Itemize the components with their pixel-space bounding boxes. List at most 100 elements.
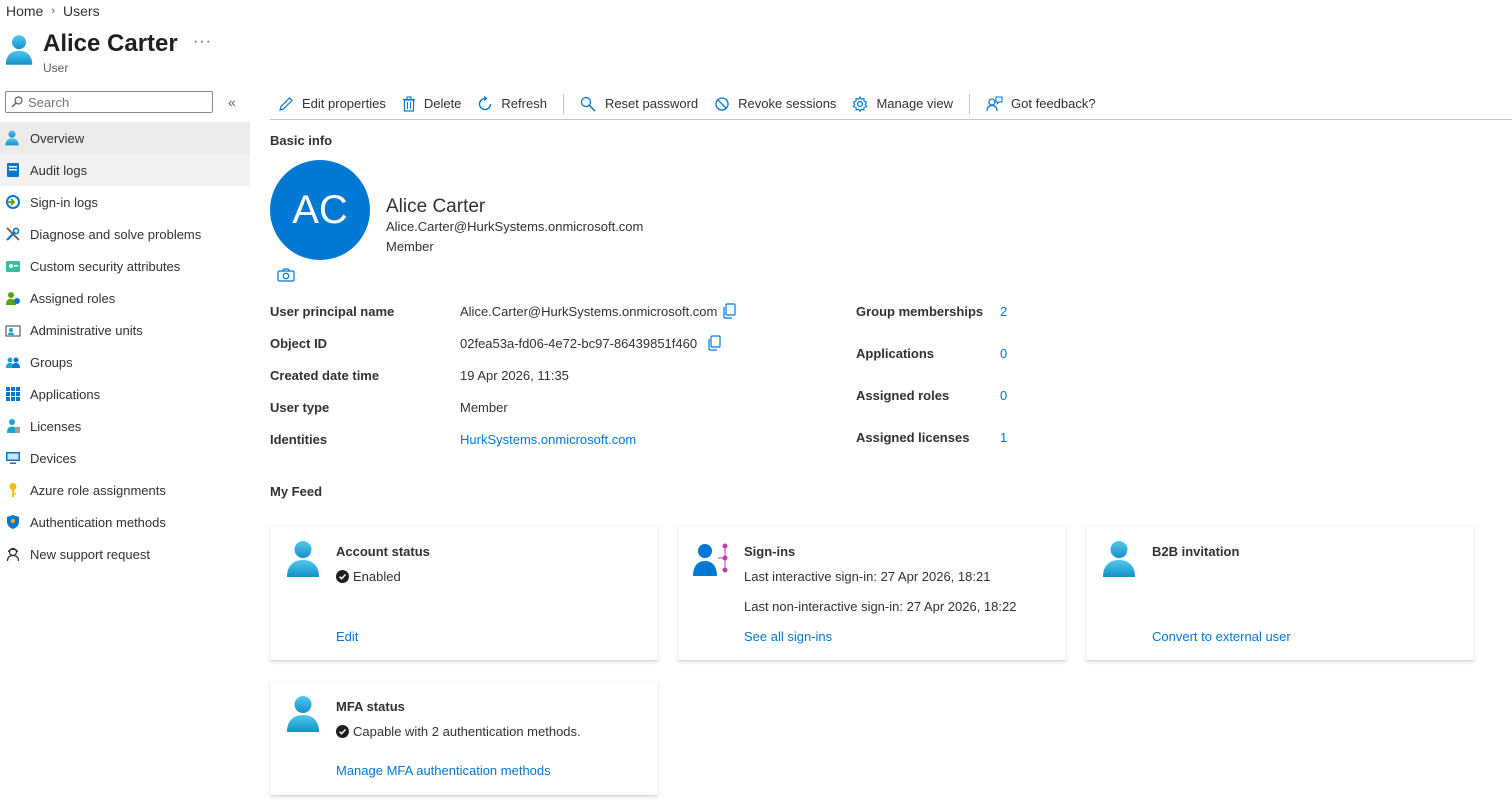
assigned-licenses-count[interactable]: 1	[1000, 430, 1007, 445]
refresh-button[interactable]: Refresh	[477, 89, 547, 119]
feedback-button[interactable]: Got feedback?	[986, 89, 1096, 119]
object-id-value: 02fea53a-fd06-4e72-bc97-86439851f460	[460, 336, 698, 351]
sign-ins-title: Sign-ins	[744, 544, 796, 559]
security-attributes-icon	[5, 258, 21, 274]
delete-label: Delete	[423, 96, 462, 111]
sidebar-item-label: Groups	[30, 354, 73, 370]
object-id-label: Object ID	[270, 336, 328, 351]
sidebar-item-assigned-roles[interactable]: Assigned roles	[0, 282, 250, 314]
apps-grid-icon	[5, 386, 21, 402]
sidebar-item-administrative-units[interactable]: Administrative units	[0, 314, 250, 346]
sidebar-item-label: Custom security attributes	[30, 258, 181, 274]
toolbar-divider	[562, 93, 564, 114]
sign-in-activity-icon	[692, 540, 730, 578]
upn-label: User principal name	[270, 304, 395, 319]
edit-properties-button[interactable]: Edit properties	[278, 89, 386, 119]
key-icon	[5, 482, 21, 498]
sidebar-item-diagnose[interactable]: Diagnose and solve problems	[0, 218, 250, 250]
upn-value: Alice.Carter@HurkSystems.onmicrosoft.com	[460, 304, 718, 319]
check-circle-icon	[336, 725, 349, 738]
basic-info-heading: Basic info	[270, 133, 333, 148]
key-search-icon	[580, 96, 597, 112]
applications-label: Applications	[856, 346, 935, 361]
sidebar-item-label: Licenses	[30, 418, 82, 434]
sidebar-item-label: Overview	[30, 130, 85, 146]
sidebar-item-label: Diagnose and solve problems	[30, 226, 202, 242]
feedback-label: Got feedback?	[1011, 96, 1096, 111]
sidebar-item-sign-in-logs[interactable]: Sign-in logs	[0, 186, 250, 218]
sidebar-item-devices[interactable]: Devices	[0, 442, 250, 474]
sidebar-item-label: Audit logs	[30, 162, 88, 178]
edit-properties-label: Edit properties	[302, 96, 386, 111]
manage-mfa-link[interactable]: Manage MFA authentication methods	[336, 763, 551, 778]
manage-view-button[interactable]: Manage view	[852, 89, 953, 119]
page-title: Alice Carter	[43, 30, 178, 57]
license-icon	[5, 418, 21, 434]
more-options-button[interactable]: ···	[193, 33, 212, 51]
sign-ins-card: Sign-ins Last interactive sign-in: 27 Ap…	[678, 526, 1066, 660]
camera-icon[interactable]	[277, 267, 295, 283]
created-label: Created date time	[270, 368, 380, 383]
sidebar-item-authentication-methods[interactable]: Authentication methods	[0, 506, 250, 538]
sidebar-item-applications[interactable]: Applications	[0, 378, 250, 410]
sidebar-item-overview[interactable]: Overview	[0, 122, 250, 154]
search-icon	[11, 96, 23, 108]
sidebar-search	[5, 91, 213, 113]
last-interactive-sign-in: Last interactive sign-in: 27 Apr 2026, 1…	[744, 569, 991, 584]
copy-object-id-icon[interactable]	[707, 335, 721, 351]
search-input[interactable]	[28, 94, 198, 110]
toolbar-divider	[969, 93, 971, 114]
convert-to-external-user-link[interactable]: Convert to external user	[1152, 629, 1291, 644]
assigned-licenses-label: Assigned licenses	[856, 430, 970, 445]
breadcrumb-home[interactable]: Home	[6, 3, 43, 19]
sidebar-item-audit-logs[interactable]: Audit logs	[0, 154, 250, 186]
assigned-roles-count[interactable]: 0	[1000, 388, 1007, 403]
refresh-icon	[477, 95, 493, 112]
account-status-text: Enabled	[353, 569, 401, 584]
sidebar-item-licenses[interactable]: Licenses	[0, 410, 250, 442]
sidebar-item-label: Administrative units	[30, 322, 143, 338]
see-all-sign-ins-link[interactable]: See all sign-ins	[744, 629, 832, 644]
revoke-sessions-label: Revoke sessions	[738, 96, 837, 111]
created-value: 19 Apr 2026, 11:35	[460, 368, 569, 383]
account-status-title: Account status	[336, 544, 430, 559]
my-feed-heading: My Feed	[270, 484, 323, 499]
edit-account-link[interactable]: Edit	[336, 629, 358, 644]
sidebar-item-groups[interactable]: Groups	[0, 346, 250, 378]
sidebar-item-azure-role-assignments[interactable]: Azure role assignments	[0, 474, 250, 506]
manage-view-label: Manage view	[876, 96, 954, 111]
identities-link[interactable]: HurkSystems.onmicrosoft.com	[460, 432, 636, 447]
b2b-invitation-card: B2B invitation Convert to external user	[1086, 526, 1474, 660]
sidebar-nav: Overview Audit logs Sign-in logs Diagnos…	[0, 122, 250, 570]
audit-log-icon	[5, 162, 21, 178]
sidebar-item-custom-security-attributes[interactable]: Custom security attributes	[0, 250, 250, 282]
wrench-icon	[5, 226, 21, 242]
sidebar-item-label: New support request	[30, 546, 150, 562]
roles-icon	[5, 290, 21, 306]
user-type-label: User type	[270, 400, 330, 415]
breadcrumb: Home › Users	[6, 2, 100, 20]
revoke-sessions-button[interactable]: Revoke sessions	[714, 89, 836, 119]
sidebar-item-label: Authentication methods	[30, 514, 166, 530]
delete-button[interactable]: Delete	[402, 89, 462, 119]
group-memberships-count[interactable]: 2	[1000, 304, 1007, 319]
applications-count[interactable]: 0	[1000, 346, 1007, 361]
block-icon	[714, 96, 730, 112]
group-memberships-label: Group memberships	[856, 304, 984, 319]
gear-icon	[852, 95, 868, 112]
b2b-invitation-title: B2B invitation	[1152, 544, 1240, 559]
account-status-value: Enabled	[336, 569, 401, 584]
breadcrumb-users[interactable]: Users	[63, 3, 100, 19]
sidebar-item-label: Azure role assignments	[30, 482, 166, 498]
shield-icon	[5, 514, 21, 530]
sidebar-item-new-support-request[interactable]: New support request	[0, 538, 250, 570]
feedback-icon	[986, 95, 1003, 112]
reset-password-button[interactable]: Reset password	[580, 89, 698, 119]
user-header-icon	[5, 34, 33, 66]
copy-upn-icon[interactable]	[722, 303, 736, 319]
collapse-sidebar-button[interactable]: «	[228, 94, 236, 110]
refresh-label: Refresh	[501, 96, 547, 111]
admin-units-icon	[5, 322, 21, 338]
sign-in-icon	[5, 194, 21, 210]
reset-password-label: Reset password	[604, 96, 699, 111]
